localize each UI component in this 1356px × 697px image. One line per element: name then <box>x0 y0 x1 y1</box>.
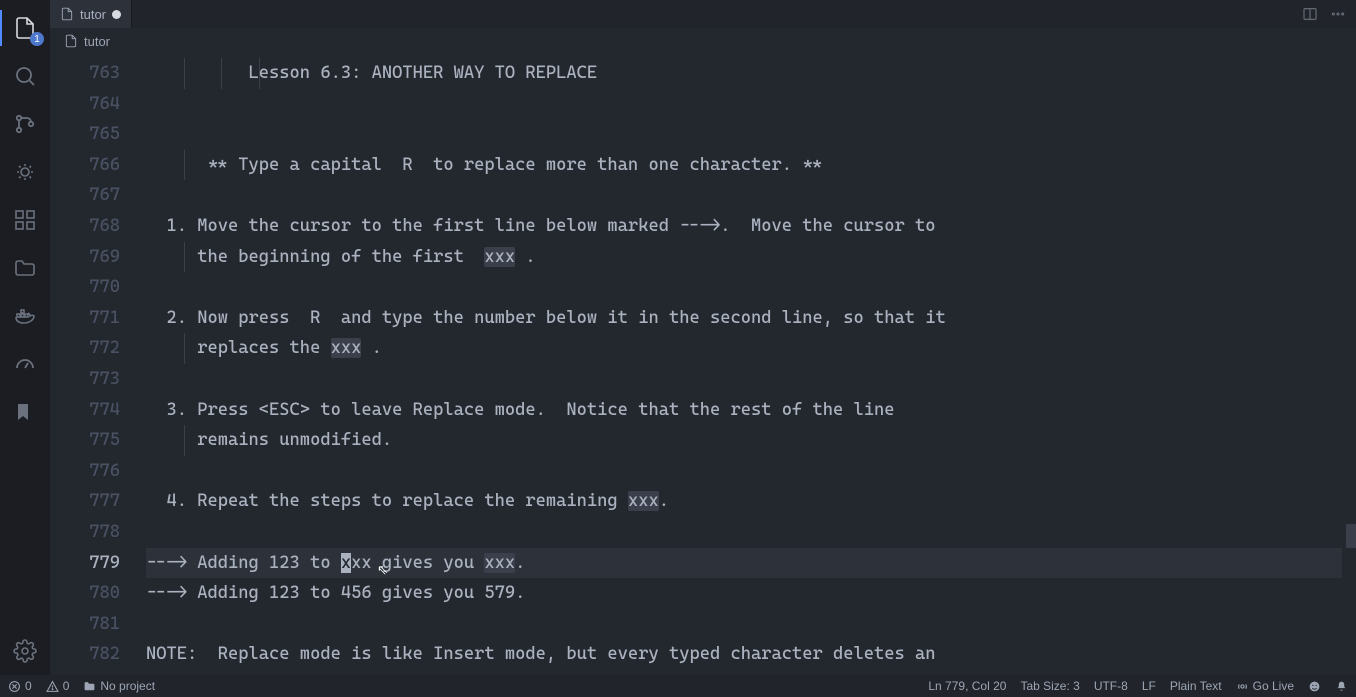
status-encoding[interactable]: UTF-8 <box>1090 675 1132 697</box>
activity-bar: 1 <box>0 0 50 675</box>
status-cursor-position[interactable]: Ln 779, Col 20 <box>924 675 1010 697</box>
minimap-scrollbar[interactable] <box>1342 54 1356 675</box>
dashboard-icon[interactable] <box>0 340 50 388</box>
folder-icon[interactable] <box>0 244 50 292</box>
file-icon <box>64 34 78 48</box>
breadcrumb[interactable]: tutor <box>50 28 1356 54</box>
dirty-indicator-icon <box>112 10 121 19</box>
status-warnings[interactable]: 0 <box>42 675 74 697</box>
status-errors[interactable]: 0 <box>4 675 36 697</box>
settings-icon[interactable] <box>0 627 50 675</box>
split-editor-icon[interactable] <box>1302 6 1318 22</box>
editor[interactable]: 7637647657667677687697707717727737747757… <box>50 54 1356 675</box>
search-icon[interactable] <box>0 52 50 100</box>
debug-icon[interactable] <box>0 148 50 196</box>
docker-icon[interactable] <box>0 292 50 340</box>
explorer-badge: 1 <box>30 32 44 46</box>
status-eol[interactable]: LF <box>1138 675 1160 697</box>
source-control-icon[interactable] <box>0 100 50 148</box>
status-project[interactable]: No project <box>79 675 159 697</box>
status-language[interactable]: Plain Text <box>1166 675 1226 697</box>
tab-label: tutor <box>80 7 106 22</box>
file-icon <box>60 7 74 21</box>
breadcrumb-file: tutor <box>84 34 110 49</box>
explorer-icon[interactable]: 1 <box>0 4 50 52</box>
more-icon[interactable] <box>1330 6 1346 22</box>
status-tab-size[interactable]: Tab Size: 3 <box>1016 675 1083 697</box>
tab-tutor[interactable]: tutor <box>50 0 132 28</box>
status-feedback-icon[interactable] <box>1304 675 1325 697</box>
extensions-icon[interactable] <box>0 196 50 244</box>
status-bell-icon[interactable] <box>1331 675 1352 697</box>
status-bar: 0 0 No project Ln 779, Col 20 Tab Size: … <box>0 675 1356 697</box>
status-go-live[interactable]: Go Live <box>1232 675 1298 697</box>
tabs-bar: tutor <box>50 0 1356 28</box>
bookmark-icon[interactable] <box>0 388 50 436</box>
